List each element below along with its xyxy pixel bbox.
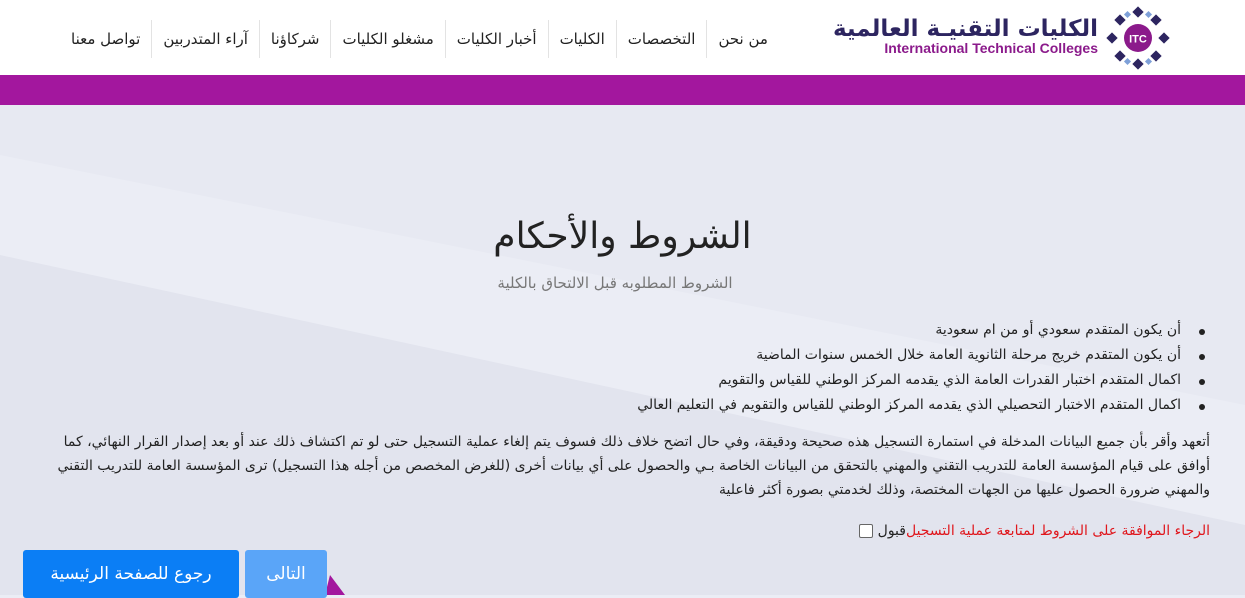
requirement-text: اكمال المتقدم الاختبار التحصيلي الذي يقد… (637, 397, 1181, 413)
requirement-text: اكمال المتقدم اختبار القدرات العامة الذي… (718, 372, 1181, 388)
bullet-icon (1199, 404, 1205, 410)
nav-operators[interactable]: مشغلو الكليات (330, 20, 444, 58)
next-button[interactable]: التالى (245, 550, 327, 598)
home-button[interactable]: رجوع للصفحة الرئيسية (23, 550, 239, 598)
logo-english-text: International Technical Colleges (884, 40, 1098, 56)
header-accent-bar (0, 75, 1245, 105)
requirement-item: أن يكون المتقدم خريج مرحلة الثانوية العا… (637, 343, 1205, 368)
nav-trainee-opinions[interactable]: آراء المتدربين (151, 20, 259, 58)
logo-mark-text: ITC (1129, 34, 1147, 46)
logo-arabic-text: الكليات التقنيـة العالمية (832, 16, 1098, 42)
accept-warning-text: الرجاء الموافقة على الشروط لمتابعة عملية… (905, 523, 1210, 539)
nav-about[interactable]: من نحن (706, 20, 779, 58)
requirements-list: أن يكون المتقدم سعودي أو من ام سعودية أن… (637, 318, 1205, 418)
accept-terms-row: قبول الرجاء الموافقة على الشروط لمتابعة … (853, 519, 1210, 543)
pledge-text: أتعهد وأقر بأن جميع البيانات المدخلة في … (57, 434, 1211, 498)
page-title: الشروط والأحكام (493, 216, 752, 257)
nav-partners[interactable]: شركاؤنا (258, 20, 331, 58)
requirement-item: أن يكون المتقدم سعودي أو من ام سعودية (637, 318, 1205, 343)
nav-contact[interactable]: تواصل معنا (60, 20, 151, 58)
nav-colleges[interactable]: الكليات (547, 20, 616, 58)
main-nav: تواصل معنا آراء المتدربين شركاؤنا مشغلو … (60, 20, 779, 58)
itc-logo-icon: ITC (1106, 6, 1170, 70)
requirement-item: اكمال المتقدم اختبار القدرات العامة الذي… (637, 368, 1205, 393)
bullet-icon (1199, 329, 1205, 335)
accept-checkbox[interactable] (858, 524, 873, 538)
accept-label[interactable]: قبول (878, 523, 906, 539)
site-logo[interactable]: ITC الكليات التقنيـة العالمية Internatio… (833, 6, 1170, 70)
page-subtitle: الشروط المطلوبه قبل الالتحاق بالكلية (497, 274, 733, 292)
requirement-text: أن يكون المتقدم سعودي أو من ام سعودية (935, 322, 1181, 338)
nav-news[interactable]: أخبار الكليات (444, 20, 548, 58)
requirement-item: اكمال المتقدم الاختبار التحصيلي الذي يقد… (637, 393, 1205, 418)
requirement-text: أن يكون المتقدم خريج مرحلة الثانوية العا… (756, 347, 1181, 363)
site-header: ITC الكليات التقنيـة العالمية Internatio… (0, 0, 1245, 75)
nav-specializations[interactable]: التخصصات (615, 20, 707, 58)
bullet-icon (1199, 379, 1205, 385)
bullet-icon (1199, 354, 1205, 360)
